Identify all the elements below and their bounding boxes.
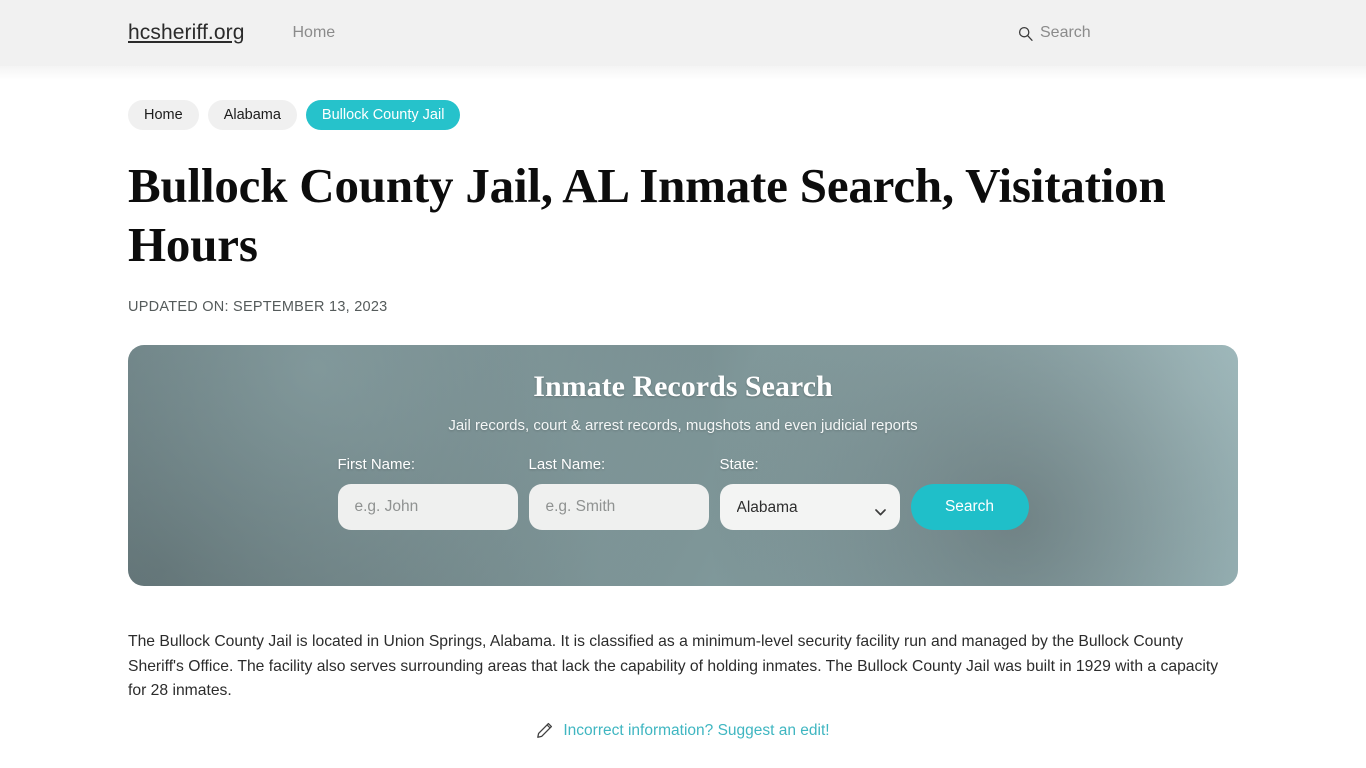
inmate-search-form: First Name: Last Name: State: Alabama [337,456,1029,530]
header-search[interactable]: Search [1018,24,1366,42]
state-select-wrapper: Alabama [719,484,900,530]
state-select[interactable]: Alabama [719,484,900,530]
state-label: State: [719,456,759,473]
pencil-icon [536,722,553,739]
page-content: Home Alabama Bullock County Jail Bullock… [0,66,1366,740]
header-search-label: Search [1040,24,1091,41]
first-name-input[interactable] [337,484,518,530]
inmate-records-search-panel: Inmate Records Search Jail records, cour… [128,345,1238,586]
primary-nav: Home [292,24,335,42]
page-title: Bullock County Jail, AL Inmate Search, V… [128,158,1166,272]
facility-description-text: is located in Union Springs, Alabama. It… [128,633,1219,699]
first-name-label: First Name: [337,456,416,473]
breadcrumb-item-alabama[interactable]: Alabama [207,100,297,130]
breadcrumb: Home Alabama Bullock County Jail [128,100,1238,130]
last-name-label: Last Name: [528,456,606,473]
search-panel-subtitle: Jail records, court & arrest records, mu… [448,417,918,434]
inmate-search-submit-button[interactable]: Search [910,484,1029,530]
facility-name-link[interactable]: The Bullock County Jail [128,633,292,650]
last-name-input[interactable] [528,484,709,530]
nav-item-home[interactable]: Home [292,24,335,42]
suggest-edit-link[interactable]: Incorrect information? Suggest an edit! [563,722,829,740]
breadcrumb-item-bullock-county-jail[interactable]: Bullock County Jail [305,100,461,130]
last-name-field-group: Last Name: [528,456,709,530]
state-field-group: State: Alabama [719,456,900,530]
breadcrumb-item-home[interactable]: Home [128,100,199,130]
suggest-edit-row: Incorrect information? Suggest an edit! [128,722,1238,740]
facility-description: The Bullock County Jail is located in Un… [128,630,1238,704]
search-panel-title: Inmate Records Search [533,370,833,403]
updated-on-text: UPDATED ON: SEPTEMBER 13, 2023 [128,299,388,315]
first-name-field-group: First Name: [337,456,518,530]
site-header: hcsheriff.org Home Search [0,0,1366,80]
site-logo[interactable]: hcsheriff.org [128,21,244,45]
search-icon [1018,26,1033,41]
